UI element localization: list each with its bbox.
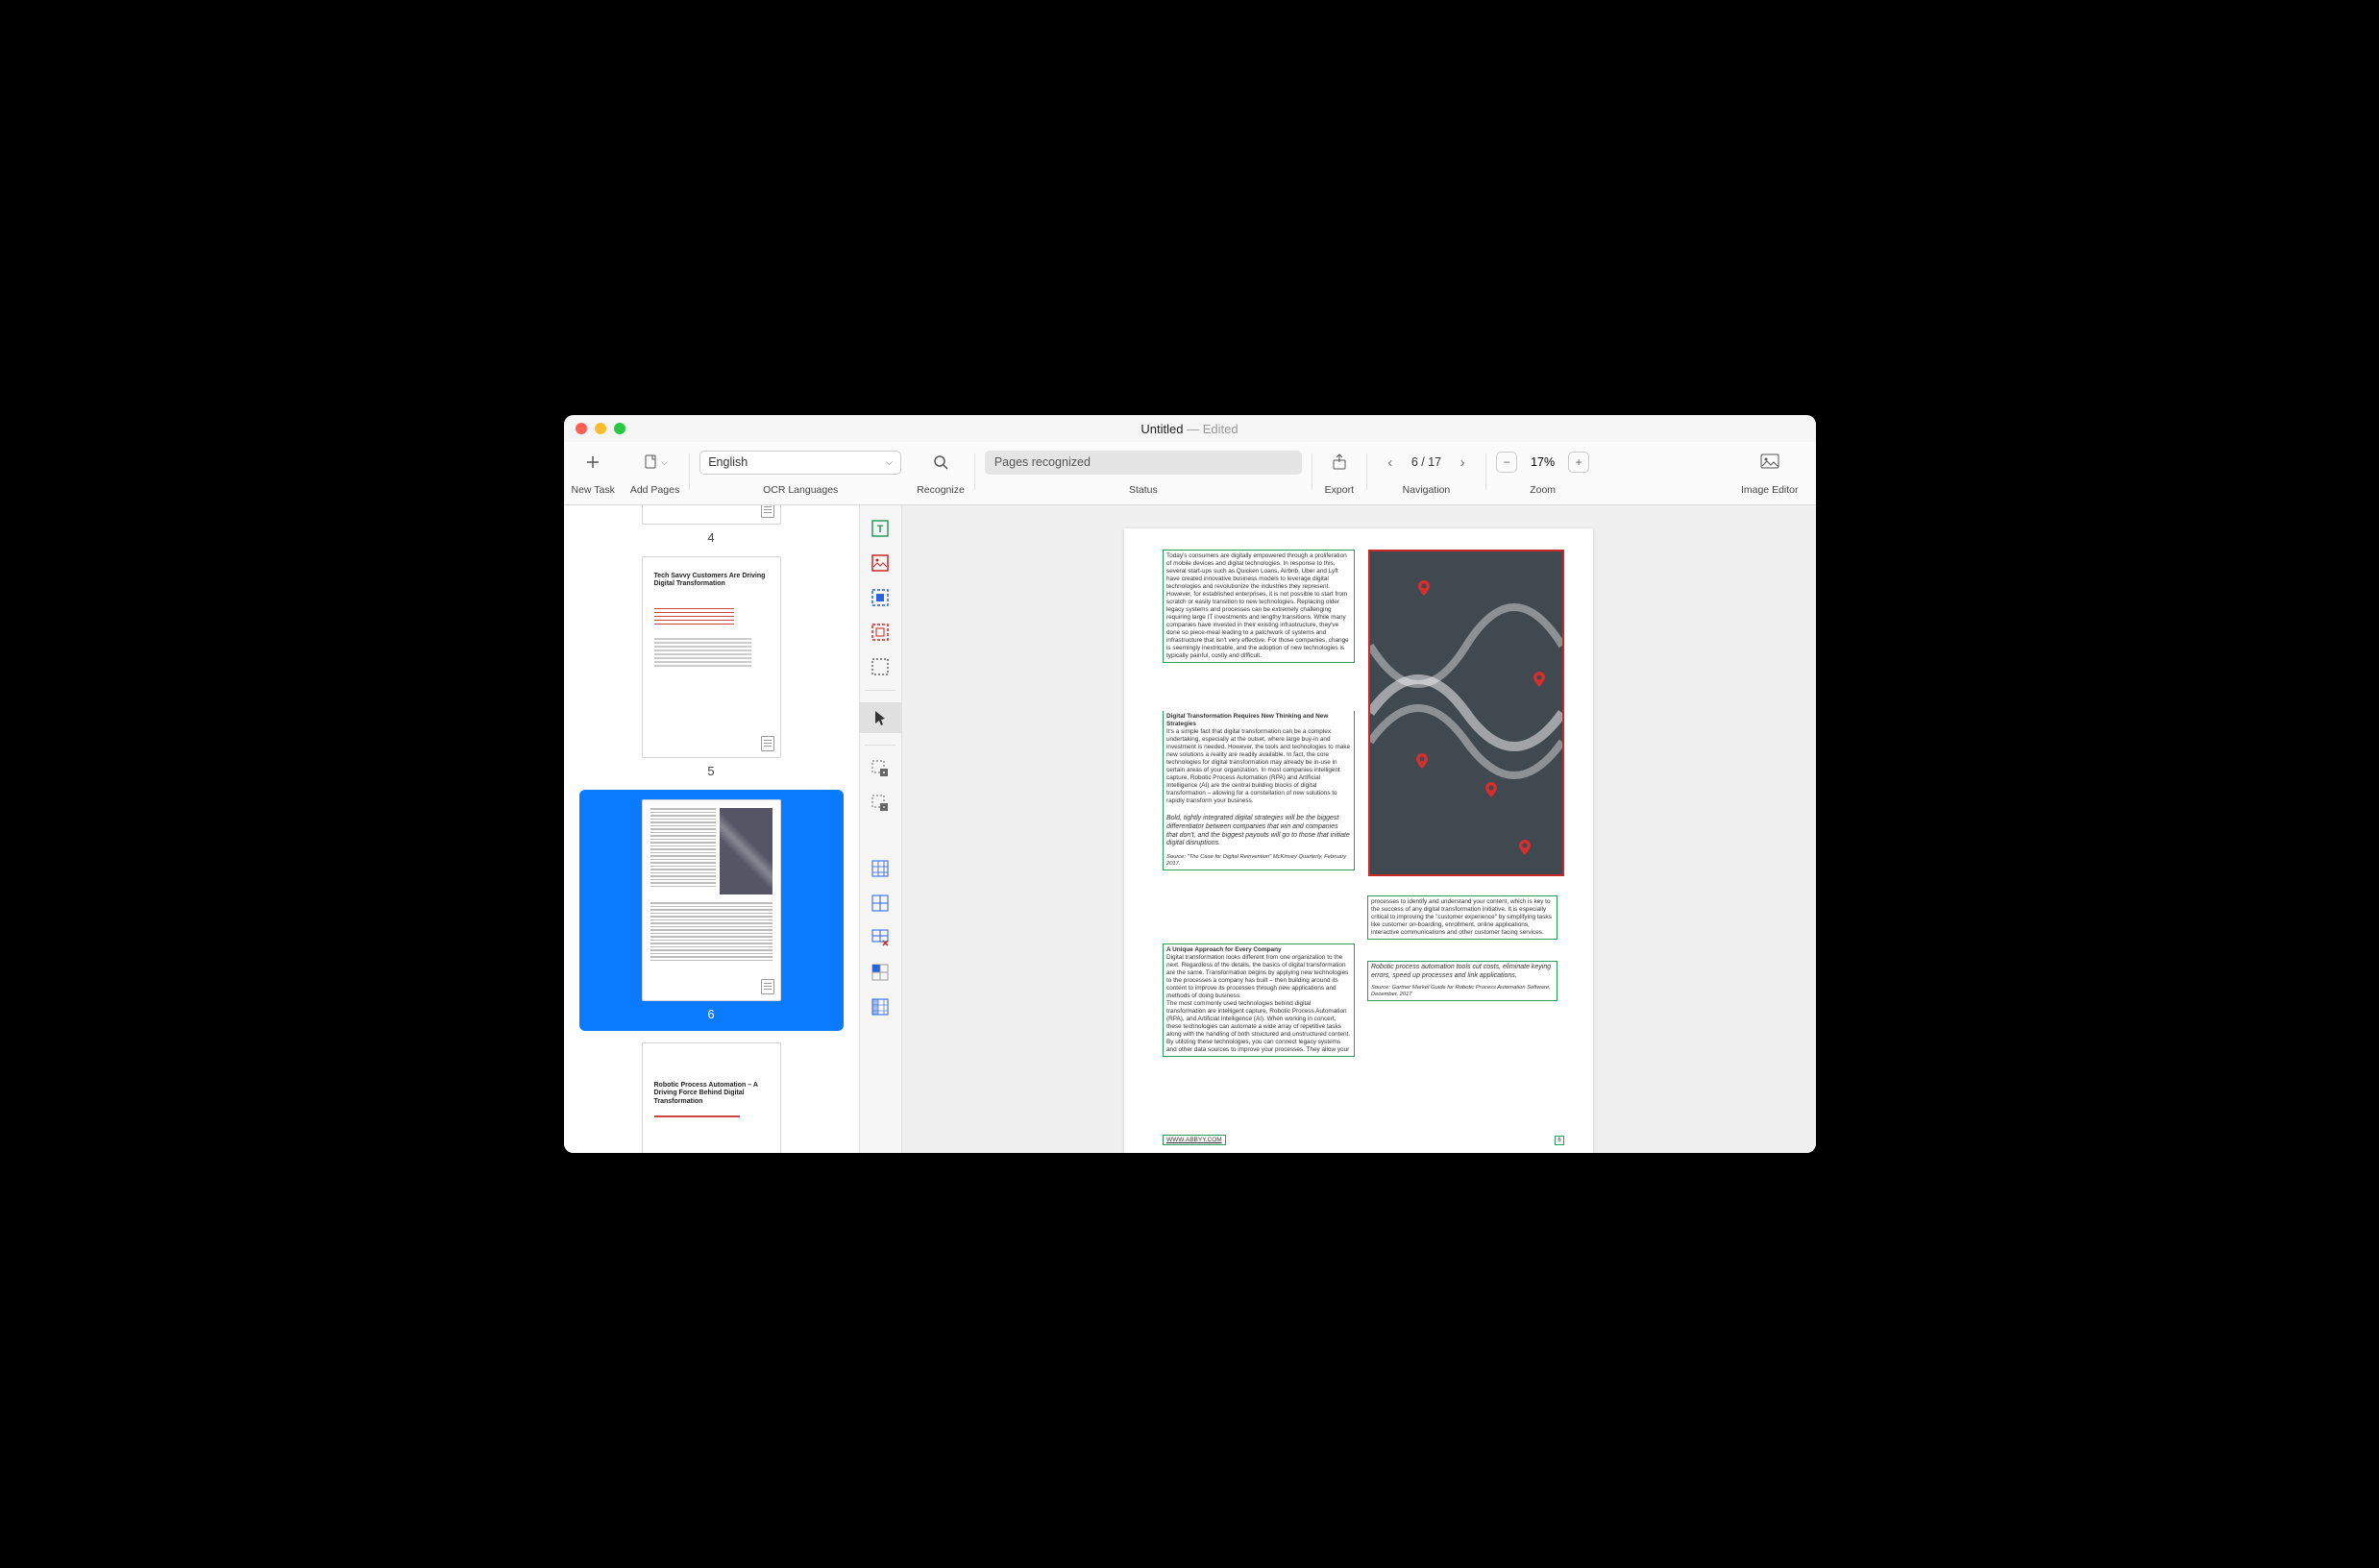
navigation-label: Navigation [1403, 484, 1451, 496]
text-block-4[interactable]: processes to identify and understand you… [1367, 895, 1557, 940]
thumbnail-number: 4 [707, 530, 714, 545]
thumbnail-6[interactable]: 6 [579, 790, 844, 1031]
page-icon [761, 505, 774, 518]
footer-page-number[interactable]: 6 [1555, 1136, 1564, 1145]
thumbnail-number: 5 [707, 764, 714, 778]
page-icon [761, 979, 774, 994]
new-task-label: New Task [572, 484, 615, 496]
text-block-1[interactable]: Today's consumers are digitally empowere… [1163, 550, 1355, 663]
thumbnails-panel[interactable]: 4 Tech Savvy Customers Are Driving Digit… [564, 505, 860, 1153]
image-editor-button[interactable] [1753, 449, 1787, 476]
barcode-area-tool[interactable] [869, 586, 892, 609]
zoom-label: Zoom [1530, 484, 1556, 496]
remove-area-tool[interactable] [869, 792, 892, 815]
recognize-label: Recognize [917, 484, 965, 496]
map-pin-icon [1533, 672, 1545, 687]
footer-url[interactable]: WWW.ABBYY.COM [1163, 1135, 1226, 1145]
nav-prev-button[interactable]: ‹ [1377, 450, 1404, 475]
document-page[interactable]: Today's consumers are digitally empowere… [1124, 528, 1593, 1153]
table-merge-tool[interactable] [869, 995, 892, 1018]
thumbnail-number: 6 [707, 1007, 714, 1021]
toolbar: New Task ⌵ Add Pages English ⌵ OCR Langu… [564, 442, 1816, 505]
area-tools-column: T [860, 505, 902, 1153]
content-area: 4 Tech Savvy Customers Are Driving Digit… [564, 505, 1816, 1153]
traffic-lights [576, 423, 625, 434]
selection-area-tool[interactable] [869, 655, 892, 678]
language-value: English [708, 455, 748, 469]
page-icon [761, 736, 774, 751]
text-block-5[interactable]: Robotic process automation tools cut cos… [1367, 961, 1557, 1001]
window-title: Untitled — Edited [1140, 422, 1238, 436]
image-editor-label: Image Editor [1741, 484, 1799, 496]
thumbnail-5[interactable]: Tech Savvy Customers Are Driving Digital… [579, 556, 844, 778]
pointer-tool[interactable] [859, 702, 901, 733]
thumbnail-7[interactable]: Robotic Process Automation – A Driving F… [579, 1042, 844, 1153]
add-pages-label: Add Pages [630, 484, 679, 496]
map-pin-icon [1416, 753, 1428, 769]
table-delete-tool[interactable] [869, 926, 892, 949]
thumb-title: Tech Savvy Customers Are Driving Digital… [654, 573, 769, 589]
titlebar[interactable]: Untitled — Edited [564, 415, 1816, 442]
export-button[interactable] [1322, 449, 1357, 476]
nav-page-indicator[interactable]: 6 / 17 [1406, 455, 1447, 469]
chevron-down-icon: ⌵ [886, 457, 894, 468]
table-tool-2[interactable] [869, 892, 892, 915]
add-area-tool[interactable] [869, 757, 892, 780]
language-select[interactable]: English ⌵ [699, 451, 901, 475]
map-pin-icon [1485, 782, 1497, 797]
thumb-title: Robotic Process Automation – A Driving F… [654, 1082, 769, 1106]
zoom-value[interactable]: 17% [1519, 455, 1566, 469]
picture-block[interactable] [1368, 550, 1564, 876]
zoom-in-button[interactable]: + [1568, 452, 1589, 473]
document-status: — Edited [1187, 422, 1239, 436]
map-pin-icon [1418, 580, 1430, 596]
minimize-button[interactable] [595, 423, 606, 434]
export-label: Export [1325, 484, 1354, 496]
text-area-tool[interactable]: T [869, 517, 892, 540]
recognize-button[interactable] [923, 449, 958, 476]
close-button[interactable] [576, 423, 587, 434]
status-text: Pages recognized [994, 455, 1091, 469]
table-tool-1[interactable] [869, 857, 892, 880]
status-field: Pages recognized [985, 451, 1302, 475]
svg-text:T: T [877, 524, 884, 535]
text-block-3[interactable]: A Unique Approach for Every Company Digi… [1163, 943, 1355, 1057]
table-cell-tool[interactable] [869, 961, 892, 984]
nav-next-button[interactable]: › [1449, 450, 1476, 475]
picture-area-tool[interactable] [869, 551, 892, 575]
document-name: Untitled [1140, 422, 1183, 436]
status-label: Status [1129, 484, 1158, 496]
text-block-2[interactable]: Digital Transformation Requires New Thin… [1163, 711, 1355, 870]
app-window: Untitled — Edited New Task ⌵ Add Pages [564, 415, 1816, 1153]
maximize-button[interactable] [614, 423, 625, 434]
zoom-out-button[interactable]: − [1496, 452, 1517, 473]
ocr-languages-label: OCR Languages [763, 484, 838, 496]
map-pin-icon [1519, 840, 1531, 855]
thumbnail-4[interactable]: 4 [579, 505, 844, 545]
document-canvas[interactable]: Today's consumers are digitally empowere… [902, 505, 1816, 1153]
new-task-button[interactable] [576, 449, 610, 476]
add-pages-button[interactable]: ⌵ [632, 449, 678, 476]
chevron-down-icon: ⌵ [661, 457, 668, 468]
recognition-area-tool[interactable] [869, 621, 892, 644]
thumb-image [720, 808, 773, 894]
